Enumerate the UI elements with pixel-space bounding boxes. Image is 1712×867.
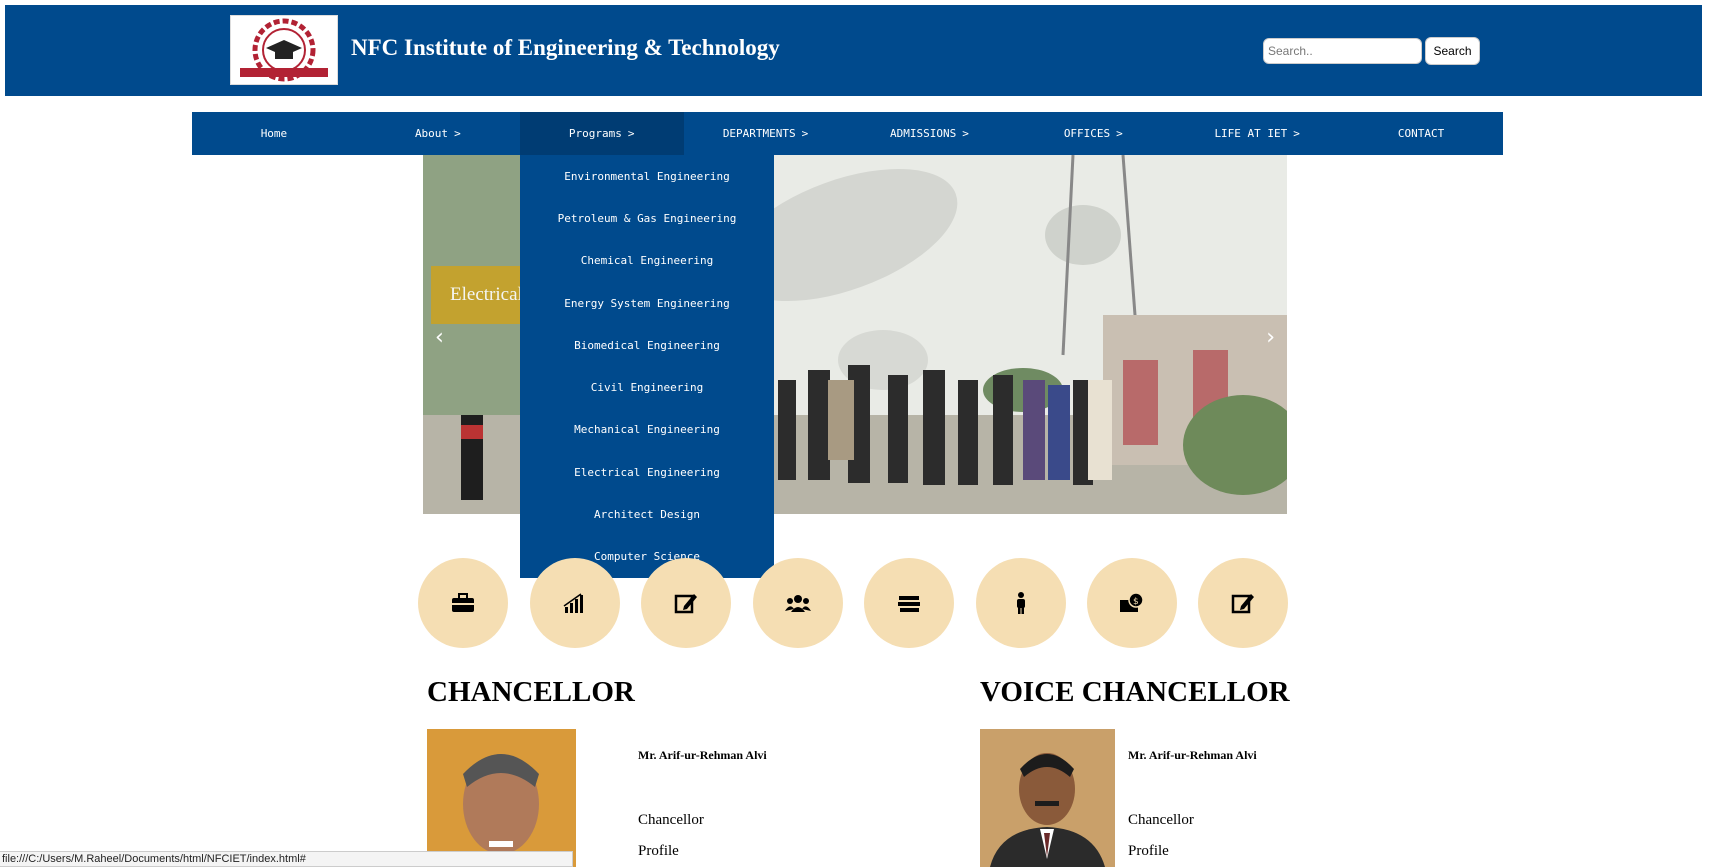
- chevron-right-icon: >: [454, 127, 461, 140]
- quick-link-circle[interactable]: [530, 558, 620, 648]
- quick-link-circle[interactable]: [1198, 558, 1288, 648]
- nav-programs[interactable]: Programs >: [519, 112, 684, 155]
- quick-link-circle[interactable]: [418, 558, 508, 648]
- site-title: NFC Institute of Engineering & Technolog…: [351, 35, 780, 60]
- nav-label: Home: [260, 127, 288, 140]
- main-nav: Home About > Programs > DEPARTMENTS > ADMIS…: [192, 112, 1503, 155]
- search-input[interactable]: [1263, 38, 1422, 64]
- vice-chancellor-name: Mr. Arif-ur-Rehman Alvi: [1128, 748, 1257, 762]
- nav-about[interactable]: About >: [356, 112, 520, 155]
- edit-icon: [1231, 594, 1254, 614]
- menu-item-chemical-engineering[interactable]: Chemical Engineering: [520, 240, 774, 282]
- menu-item-architect-design[interactable]: Architect Design: [520, 493, 774, 535]
- edit-icon: [674, 594, 697, 614]
- nav-label: DEPARTMENTS: [722, 127, 796, 140]
- briefcase-icon: [452, 593, 474, 612]
- menu-item-energy-system-engineering[interactable]: Energy System Engineering: [520, 282, 774, 324]
- nav-label: OFFICES: [1063, 127, 1111, 140]
- search-button[interactable]: Search: [1425, 37, 1480, 65]
- nav-home[interactable]: Home: [192, 112, 356, 155]
- menu-item-civil-engineering[interactable]: Civil Engineering: [520, 366, 774, 408]
- nav-life-at-iet[interactable]: LIFE AT IET >: [1175, 112, 1339, 155]
- chevron-right-icon: >: [962, 127, 969, 140]
- vice-chancellor-photo: [980, 729, 1115, 867]
- nav-label: About: [414, 127, 449, 140]
- menu-item-electrical-engineering[interactable]: Electrical Engineering: [520, 451, 774, 493]
- quick-link-circle[interactable]: [864, 558, 954, 648]
- vice-chancellor-role: Chancellor: [1128, 812, 1194, 828]
- nav-label: LIFE AT IET: [1214, 127, 1288, 140]
- quick-link-circle[interactable]: [753, 558, 843, 648]
- vice-chancellor-heading: VOICE CHANCELLOR: [980, 676, 1290, 708]
- chancellor-heading: CHANCELLOR: [427, 676, 635, 708]
- nav-departments[interactable]: DEPARTMENTS >: [684, 112, 848, 155]
- quick-link-circle[interactable]: [976, 558, 1066, 648]
- money-icon: $: [1120, 592, 1144, 612]
- slider-prev-icon[interactable]: ‹: [435, 325, 444, 350]
- institute-logo[interactable]: [230, 15, 338, 85]
- chancellor-profile-link[interactable]: Profile: [638, 843, 679, 860]
- chancellor-portrait: [427, 729, 576, 867]
- menu-item-environmental-engineering[interactable]: Environmental Engineering: [520, 155, 774, 197]
- chevron-right-icon: >: [801, 127, 809, 140]
- svg-text:$: $: [1133, 597, 1139, 607]
- quick-link-circle[interactable]: $: [1087, 558, 1177, 648]
- browser-status-bar: file:///C:/Users/M.Raheel/Documents/html…: [0, 851, 573, 867]
- nav-label: ADMISSIONS: [890, 127, 957, 140]
- nav-offices[interactable]: OFFICES >: [1011, 112, 1175, 155]
- programs-dropdown-menu: Environmental Engineering Petroleum & Ga…: [520, 155, 774, 578]
- books-icon: [898, 596, 920, 612]
- users-icon: [785, 595, 811, 612]
- nav-label: CONTACT: [1397, 127, 1445, 140]
- site-header: NFC Institute of Engineering & Technolog…: [5, 5, 1702, 96]
- slider-next-icon[interactable]: ›: [1266, 325, 1275, 350]
- menu-item-petroleum-gas-engineering[interactable]: Petroleum & Gas Engineering: [520, 197, 774, 239]
- person-icon: [1017, 592, 1025, 614]
- nav-contact[interactable]: CONTACT: [1339, 112, 1503, 155]
- chancellor-name: Mr. Arif-ur-Rehman Alvi: [638, 748, 767, 762]
- quick-link-circle[interactable]: [641, 558, 731, 648]
- vice-chancellor-portrait: [980, 729, 1115, 867]
- vice-chancellor-profile-link[interactable]: Profile: [1128, 843, 1169, 860]
- menu-item-mechanical-engineering[interactable]: Mechanical Engineering: [520, 409, 774, 451]
- menu-item-biomedical-engineering[interactable]: Biomedical Engineering: [520, 324, 774, 366]
- chevron-right-icon: >: [1116, 127, 1123, 140]
- nav-label: Programs: [568, 127, 622, 140]
- logo-emblem-icon: [240, 18, 328, 82]
- chancellor-photo: [427, 729, 576, 867]
- bar-chart-icon: [563, 593, 583, 613]
- chancellor-role: Chancellor: [638, 812, 704, 828]
- chevron-right-icon: >: [627, 127, 635, 140]
- chevron-right-icon: >: [1293, 127, 1300, 140]
- nav-admissions[interactable]: ADMISSIONS >: [848, 112, 1012, 155]
